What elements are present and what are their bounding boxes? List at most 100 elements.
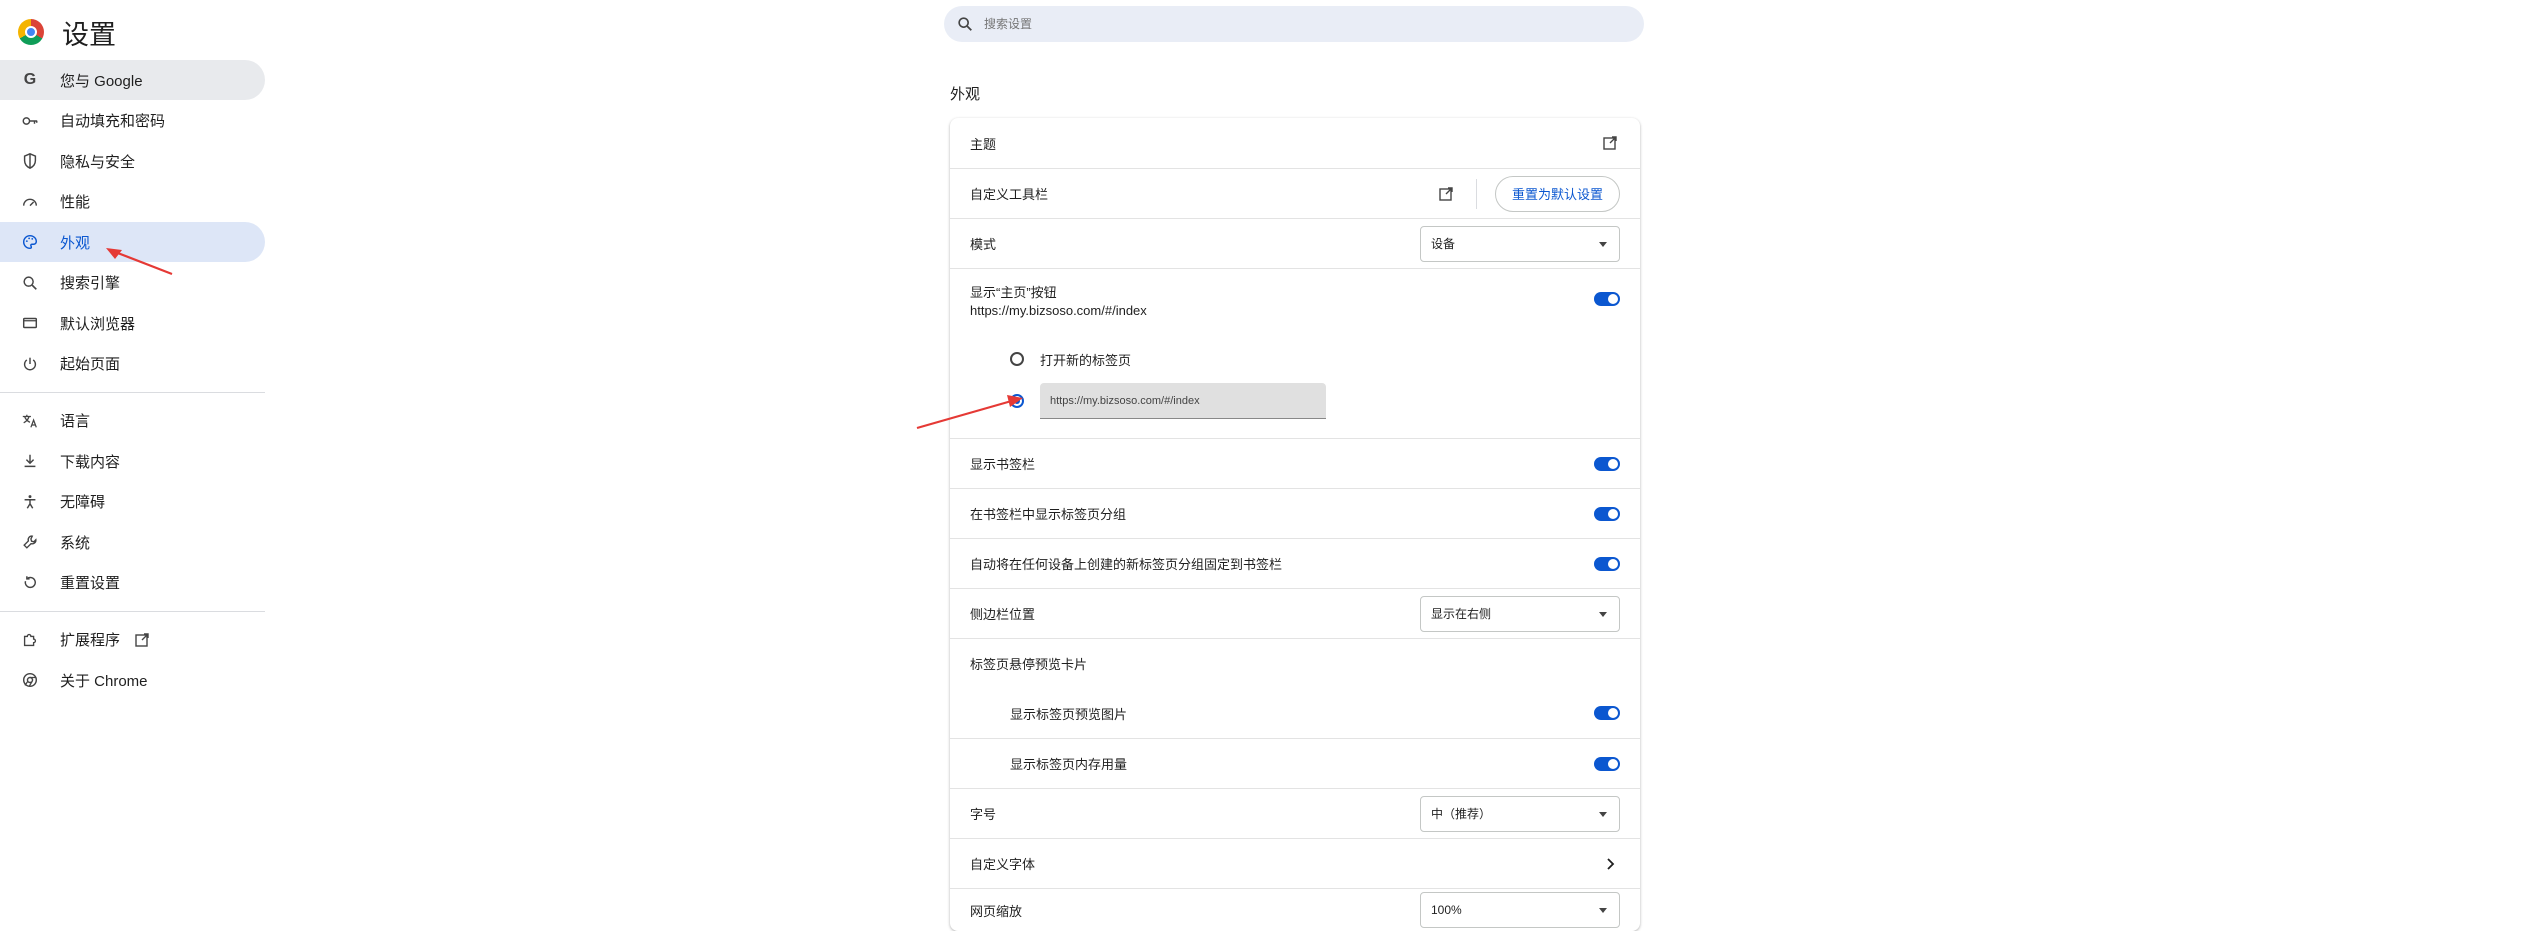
download-icon [20, 451, 40, 471]
sidebar-nav: G 您与 Google 自动填充和密码 隐私与安全 性能 外观 搜索引擎 默认浏… [0, 60, 265, 701]
sidebar-item-search-engine[interactable]: 搜索引擎 [0, 263, 265, 303]
external-link-icon[interactable] [1600, 133, 1620, 153]
chrome-icon [20, 670, 40, 690]
sidebar-item-you-and-google[interactable]: G 您与 Google [0, 60, 265, 100]
chevron-down-icon [1599, 908, 1607, 913]
speedometer-icon [20, 192, 40, 212]
custom-font-label: 自定义字体 [970, 857, 1036, 872]
palette-icon [20, 232, 40, 252]
search-input[interactable] [982, 16, 1586, 32]
font-size-value: 中（推荐） [1431, 807, 1492, 821]
sidebar-item-label: 重置设置 [60, 575, 121, 592]
chevron-down-icon [1599, 241, 1607, 247]
sidebar-item-label: 下载内容 [60, 453, 121, 471]
sidebar-item-extensions[interactable]: 扩展程序 [0, 620, 265, 660]
pin-groups-row: 自动将在任何设备上创建的新标签页分组固定到书签栏 [950, 538, 1640, 588]
sidebar-item-performance[interactable]: 性能 [0, 182, 265, 222]
nav-divider [0, 610, 265, 612]
sidebar-item-reset[interactable]: 重置设置 [0, 563, 265, 603]
google-icon: G [23, 71, 37, 88]
search-icon [958, 17, 972, 31]
pin-groups-toggle[interactable] [1594, 556, 1620, 571]
key-icon [20, 111, 40, 131]
hover-image-row: 显示标签页预览图片 [950, 688, 1640, 738]
bookmarks-bar-toggle[interactable] [1594, 456, 1620, 471]
sidebar-item-privacy[interactable]: 隐私与安全 [0, 141, 265, 181]
theme-label: 主题 [970, 136, 997, 152]
bookmarks-bar-row: 显示书签栏 [950, 438, 1640, 488]
font-size-row: 字号 中（推荐） [950, 788, 1640, 838]
radio-newtab[interactable] [1010, 352, 1024, 366]
sidebar-item-label: 搜索引擎 [60, 275, 121, 292]
search-bar[interactable] [944, 6, 1644, 42]
sidebar-position-label: 侧边栏位置 [970, 607, 1036, 622]
sidebar-item-label: 性能 [60, 194, 91, 211]
nav-divider [0, 391, 265, 393]
reset-to-default-button[interactable]: 重置为默认设置 [1494, 175, 1620, 212]
hover-image-label: 显示标签页预览图片 [1010, 706, 1128, 722]
sidebar-item-autofill[interactable]: 自动填充和密码 [0, 101, 265, 141]
home-button-toggle[interactable] [1594, 292, 1620, 306]
bookmarks-bar-label: 显示书签栏 [970, 457, 1036, 472]
toolbar-label: 自定义工具栏 [970, 187, 1049, 202]
external-link-icon[interactable] [1436, 184, 1456, 204]
search-icon [20, 273, 40, 293]
sidebar-item-downloads[interactable]: 下载内容 [0, 441, 265, 481]
sidebar-item-appearance[interactable]: 外观 [0, 222, 265, 262]
sidebar-item-system[interactable]: 系统 [0, 522, 265, 562]
sidebar-item-startup[interactable]: 起始页面 [0, 344, 265, 384]
radio-url-row: https://my.bizsoso.com/#/index [950, 378, 1640, 424]
radio-custom-url[interactable] [1010, 394, 1024, 408]
puzzle-icon [20, 630, 40, 650]
translate-icon [20, 411, 40, 431]
custom-url-input[interactable]: https://my.bizsoso.com/#/index [1040, 383, 1326, 419]
accessibility-icon [20, 492, 40, 512]
hover-memory-label: 显示标签页内存用量 [1010, 757, 1128, 772]
font-size-label: 字号 [970, 807, 997, 822]
wrench-icon [20, 532, 40, 552]
tab-groups-row: 在书签栏中显示标签页分组 [950, 488, 1640, 538]
sidebar-item-about-chrome[interactable]: 关于 Chrome [0, 660, 265, 700]
sidebar-position-select[interactable]: 显示在右侧 [1420, 595, 1620, 632]
hover-memory-row: 显示标签页内存用量 [950, 738, 1640, 788]
vertical-divider [1475, 178, 1477, 209]
toolbar-row: 自定义工具栏 重置为默认设置 [950, 168, 1640, 218]
sidebar-item-label: 关于 Chrome [60, 672, 148, 690]
chrome-logo-icon [18, 19, 44, 45]
mode-label: 模式 [970, 237, 997, 252]
sidebar-item-accessibility[interactable]: 无障碍 [0, 482, 265, 522]
chevron-down-icon [1599, 811, 1607, 817]
browser-window-icon [20, 313, 40, 333]
custom-url-value: https://my.bizsoso.com/#/index [1050, 394, 1200, 407]
hover-card-row: 标签页悬停预览卡片 [950, 638, 1640, 688]
appearance-card: 主题 自定义工具栏 重置为默认设置 模式 设备 显示“主页”按钮 https:/… [950, 118, 1640, 931]
sidebar-item-label: 隐私与安全 [60, 153, 136, 171]
pin-groups-label: 自动将在任何设备上创建的新标签页分组固定到书签栏 [970, 557, 1283, 572]
page-zoom-select[interactable]: 100% [1420, 892, 1620, 928]
tab-groups-label: 在书签栏中显示标签页分组 [970, 507, 1127, 522]
sidebar-item-label: 默认浏览器 [60, 315, 136, 333]
mode-row: 模式 设备 [950, 218, 1640, 268]
mode-value: 设备 [1431, 237, 1456, 251]
reset-icon [20, 573, 40, 593]
sidebar-item-label: 系统 [60, 534, 91, 552]
sidebar-item-default-browser[interactable]: 默认浏览器 [0, 303, 265, 343]
home-url-text: https://my.bizsoso.com/#/index [970, 303, 1147, 318]
section-title: 外观 [950, 86, 981, 103]
hover-memory-toggle[interactable] [1594, 756, 1620, 771]
home-button-label: 显示“主页”按钮 [970, 285, 1057, 300]
font-size-select[interactable]: 中（推荐） [1420, 795, 1620, 832]
sidebar-position-row: 侧边栏位置 显示在右侧 [950, 588, 1640, 638]
hover-card-label: 标签页悬停预览卡片 [970, 657, 1088, 672]
mode-select[interactable]: 设备 [1420, 225, 1620, 262]
custom-font-row[interactable]: 自定义字体 [950, 838, 1640, 888]
hover-image-toggle[interactable] [1594, 706, 1620, 720]
radio-newtab-row[interactable]: 打开新的标签页 [950, 339, 1640, 379]
page-title: 设置 [62, 19, 116, 50]
theme-row[interactable]: 主题 [950, 118, 1640, 168]
chevron-right-icon [1600, 854, 1620, 874]
page-zoom-row: 网页缩放 100% [950, 888, 1640, 931]
sidebar-item-languages[interactable]: 语言 [0, 401, 265, 441]
shield-icon [20, 151, 40, 171]
tab-groups-toggle[interactable] [1594, 506, 1620, 521]
